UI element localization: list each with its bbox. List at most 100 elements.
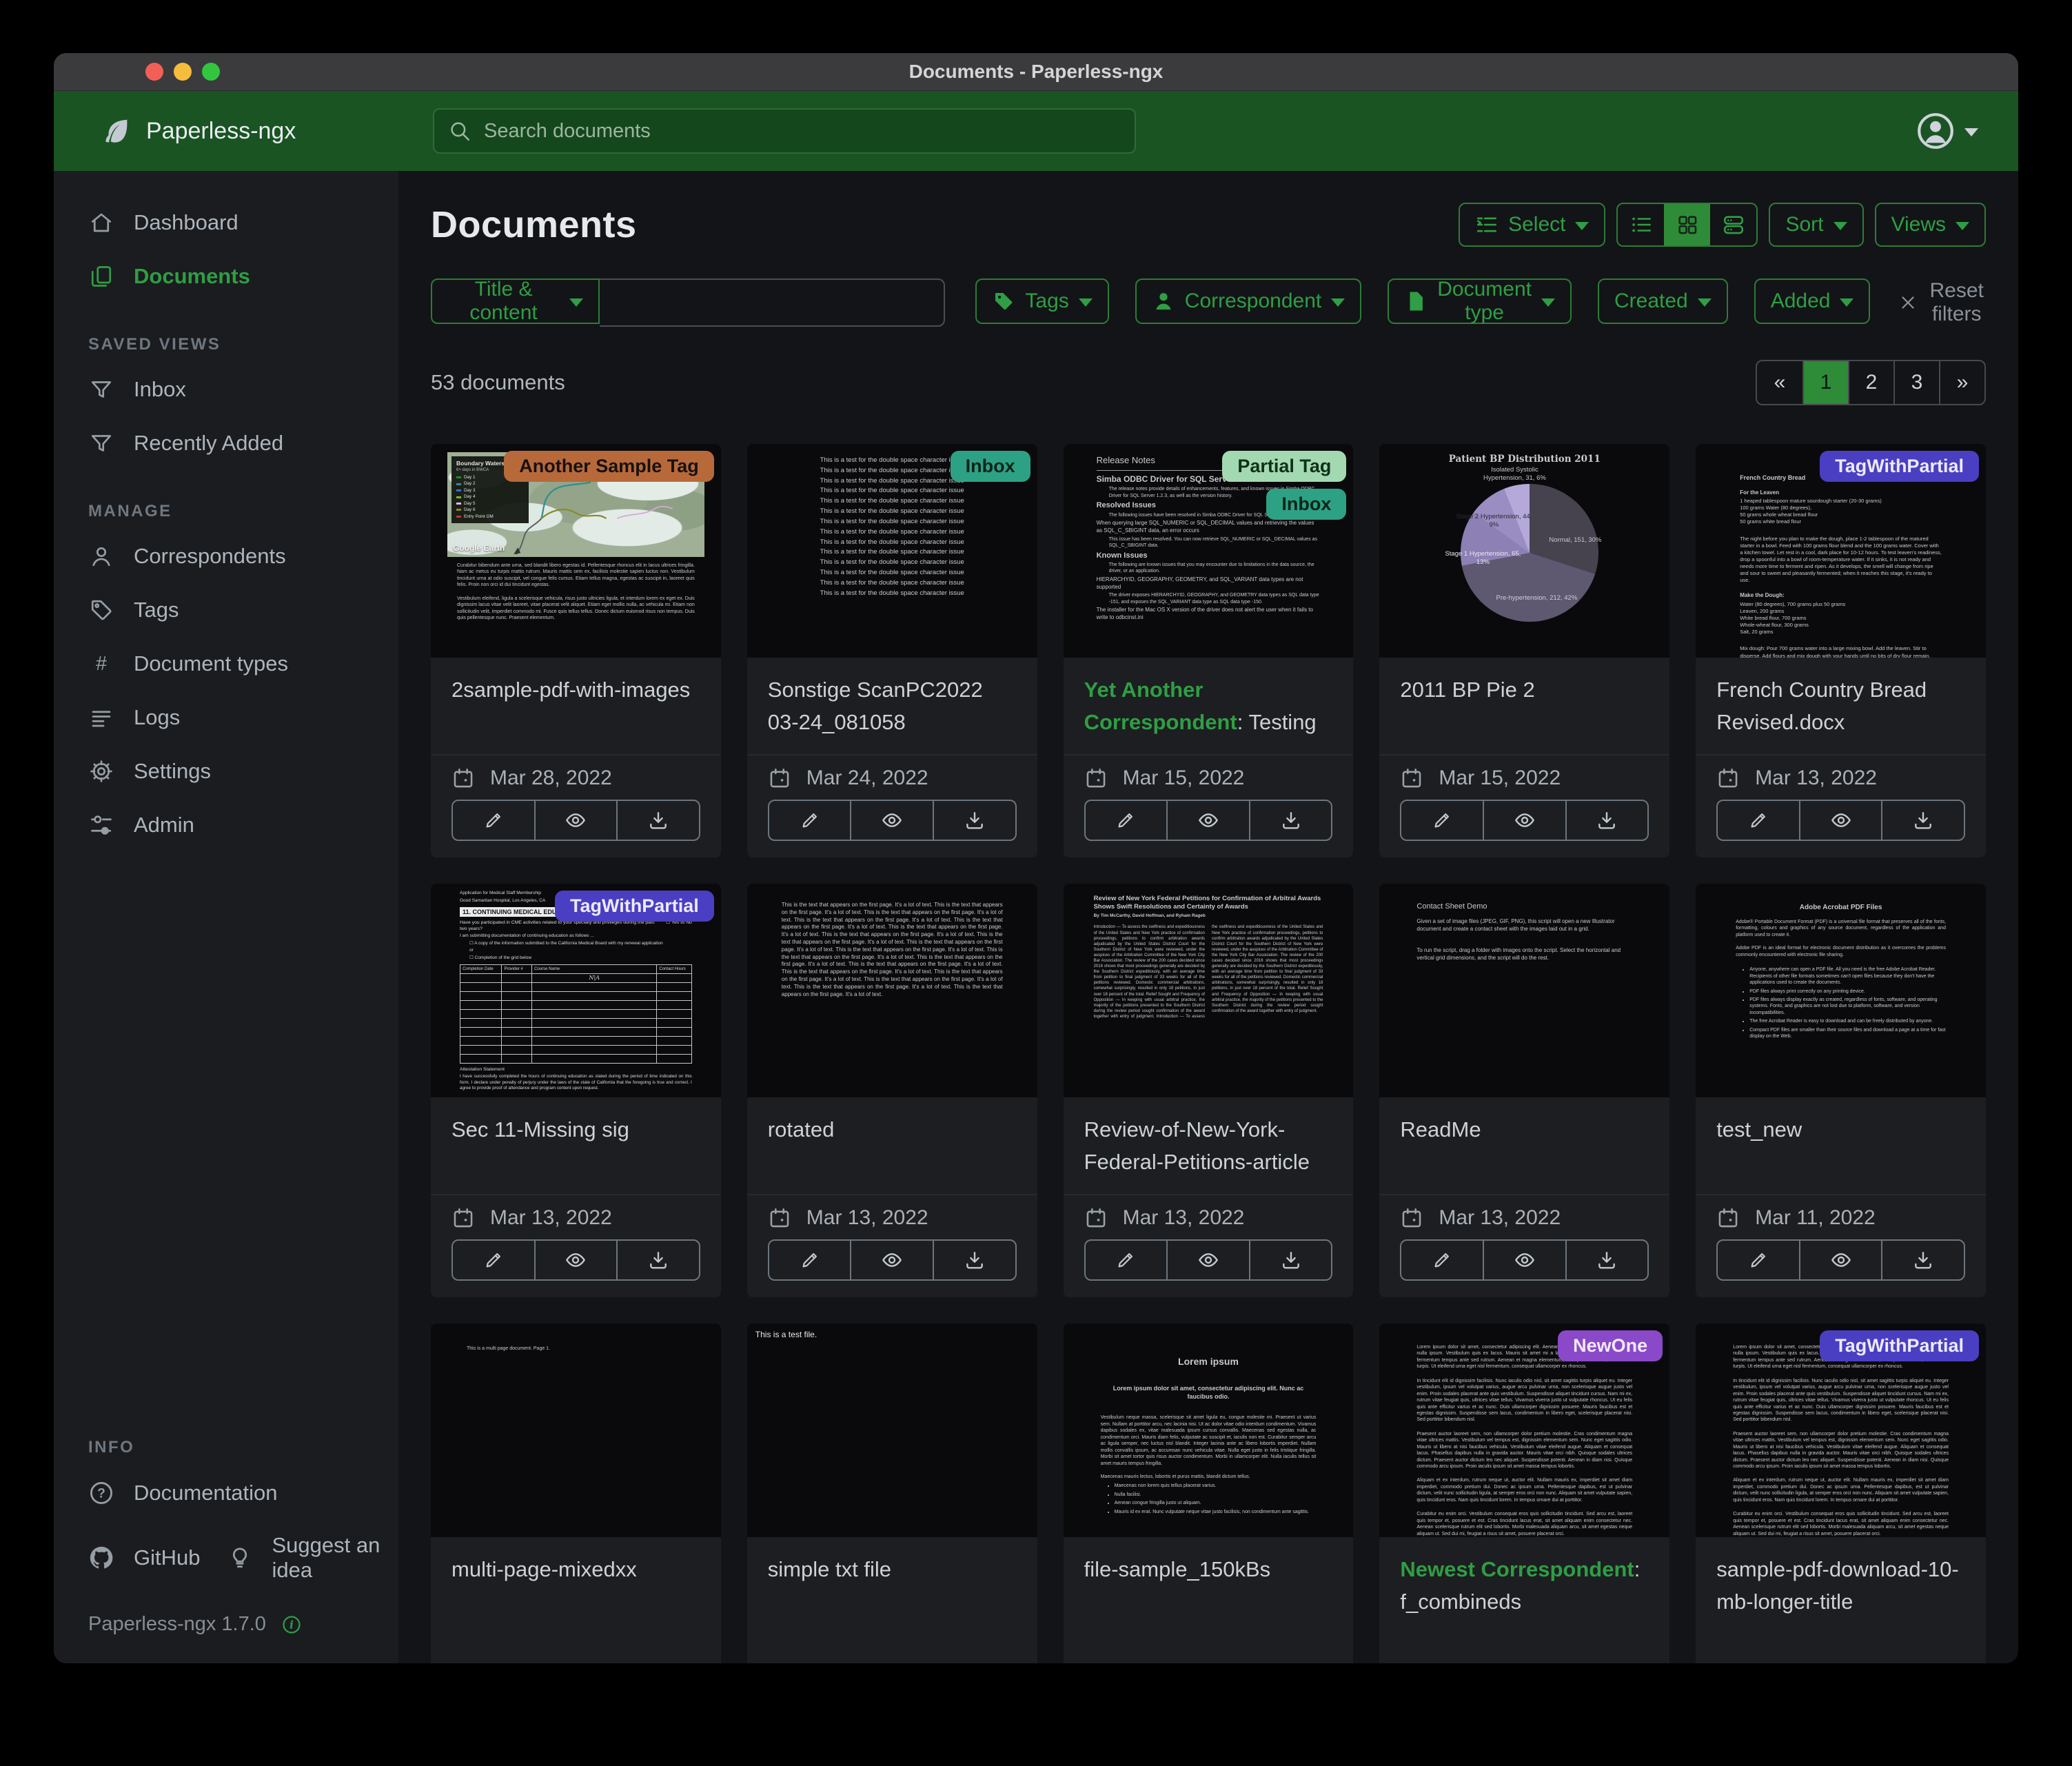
view-document-button[interactable] <box>1166 801 1249 840</box>
close-window-button[interactable] <box>145 63 163 81</box>
sidebar-item-correspondents[interactable]: Correspondents <box>54 529 398 583</box>
sidebar-item-logs[interactable]: Logs <box>54 691 398 744</box>
view-document-button[interactable] <box>1483 801 1565 840</box>
document-title-link[interactable]: file-sample_150kBs <box>1084 1554 1333 1586</box>
document-thumbnail[interactable]: Application for Medical Staff Membership… <box>431 884 721 1097</box>
sidebar-item-document-types[interactable]: #Document types <box>54 637 398 691</box>
document-title-link[interactable]: French Country Bread Revised.docx <box>1716 674 1965 738</box>
view-document-button[interactable] <box>1799 1241 1882 1279</box>
view-grid-button[interactable] <box>1664 204 1710 245</box>
minimize-window-button[interactable] <box>174 63 192 81</box>
tag-badge[interactable]: Partial Tag <box>1222 451 1346 482</box>
view-document-button[interactable] <box>850 801 933 840</box>
tag-badge[interactable]: Inbox <box>951 451 1030 482</box>
view-document-button[interactable] <box>1166 1241 1249 1279</box>
download-document-button[interactable] <box>1881 1241 1964 1279</box>
document-title-link[interactable]: Sonstige ScanPC2022 03-24_081058 <box>768 674 1017 738</box>
views-button[interactable]: Views <box>1875 203 1986 247</box>
sidebar-item-documents[interactable]: Documents <box>54 250 398 303</box>
tag-badge[interactable]: Another Sample Tag <box>504 451 714 482</box>
edit-document-button[interactable] <box>769 801 851 840</box>
download-document-button[interactable] <box>1565 1241 1648 1279</box>
view-document-button[interactable] <box>1483 1241 1565 1279</box>
tag-badge[interactable]: NewOne <box>1558 1330 1663 1361</box>
document-thumbnail[interactable]: Release NotesSimba ODBC Driver for SQL S… <box>1064 444 1354 658</box>
download-document-button[interactable] <box>616 801 699 840</box>
pagination-prev-button[interactable]: « <box>1757 361 1802 404</box>
document-title-link[interactable]: 2sample-pdf-with-images <box>451 674 700 707</box>
document-title-link[interactable]: Newest Correspondent: f_combineds <box>1400 1554 1649 1618</box>
document-title-link[interactable]: Sec 11-Missing sig <box>451 1114 700 1146</box>
created-filter-button[interactable]: Created <box>1598 278 1728 324</box>
download-document-button[interactable] <box>616 1241 699 1279</box>
download-document-button[interactable] <box>1881 801 1964 840</box>
select-button[interactable]: Select <box>1459 203 1605 247</box>
edit-document-button[interactable] <box>1086 801 1167 840</box>
user-menu-button[interactable] <box>1916 112 1978 150</box>
sidebar-item-github[interactable]: GitHub <box>54 1532 207 1584</box>
sidebar-item-inbox[interactable]: Inbox <box>54 363 398 416</box>
view-list-button[interactable] <box>1618 204 1664 245</box>
document-thumbnail[interactable]: Lorem ipsum dolor sit amet, consectetur … <box>1696 1323 1986 1537</box>
view-document-button[interactable] <box>850 1241 933 1279</box>
pagination-page-1[interactable]: 1 <box>1802 361 1848 404</box>
document-title-link[interactable]: test_new <box>1716 1114 1965 1146</box>
edit-document-button[interactable] <box>1401 801 1483 840</box>
document-thumbnail[interactable]: This is a multi page document. Page 1. <box>431 1323 721 1537</box>
document-thumbnail[interactable]: Contact Sheet DemoGiven a set of image f… <box>1379 884 1669 1097</box>
document-title-link[interactable]: simple txt file <box>768 1554 1017 1586</box>
edit-document-button[interactable] <box>1086 1241 1167 1279</box>
sidebar-item-suggest-an-idea[interactable]: Suggest an idea <box>207 1521 398 1595</box>
document-type-filter-button[interactable]: Document type <box>1388 278 1572 324</box>
document-thumbnail[interactable]: This is the text that appears on the fir… <box>747 884 1037 1097</box>
document-title-link[interactable]: rotated <box>768 1114 1017 1146</box>
download-document-button[interactable] <box>1565 801 1648 840</box>
document-title-link[interactable]: multi-page-mixedxx <box>451 1554 700 1586</box>
tag-badge[interactable]: TagWithPartial <box>1820 451 1979 482</box>
sidebar-item-recently-added[interactable]: Recently Added <box>54 416 398 470</box>
tag-badge[interactable]: TagWithPartial <box>555 891 714 922</box>
tag-badge[interactable]: TagWithPartial <box>1820 1330 1979 1361</box>
title-content-filter-input[interactable] <box>600 278 945 327</box>
edit-document-button[interactable] <box>1718 801 1799 840</box>
view-details-button[interactable] <box>1710 204 1756 245</box>
version-info-icon[interactable]: i <box>281 1614 302 1635</box>
document-thumbnail[interactable]: This is a test file. <box>747 1323 1037 1537</box>
document-title-link[interactable]: Review-of-New-York-Federal-Petitions-art… <box>1084 1114 1333 1178</box>
edit-document-button[interactable] <box>1401 1241 1483 1279</box>
pagination-page-2[interactable]: 2 <box>1848 361 1893 404</box>
title-content-filter-button[interactable]: Title & content <box>431 278 600 324</box>
pagination-page-3[interactable]: 3 <box>1893 361 1939 404</box>
edit-document-button[interactable] <box>453 801 534 840</box>
download-document-button[interactable] <box>1249 1241 1332 1279</box>
download-document-button[interactable] <box>933 1241 1015 1279</box>
download-document-button[interactable] <box>1249 801 1332 840</box>
sort-button[interactable]: Sort <box>1769 203 1863 247</box>
document-thumbnail[interactable]: French Country BreadFor the Leaven1 heap… <box>1696 444 1986 658</box>
view-document-button[interactable] <box>1799 801 1882 840</box>
sidebar-item-settings[interactable]: Settings <box>54 744 398 798</box>
edit-document-button[interactable] <box>1718 1241 1799 1279</box>
document-thumbnail[interactable]: Lorem ipsum dolor sit amet, consectetur … <box>1379 1323 1669 1537</box>
document-thumbnail[interactable]: Adobe Acrobat PDF FilesAdobe® Portable D… <box>1696 884 1986 1097</box>
document-title-link[interactable]: 2011 BP Pie 2 <box>1400 674 1649 707</box>
document-thumbnail[interactable]: Review of New York Federal Petitions for… <box>1064 884 1354 1097</box>
tags-filter-button[interactable]: Tags <box>975 278 1108 324</box>
document-title-link[interactable]: ReadMe <box>1400 1114 1649 1146</box>
sidebar-item-admin[interactable]: Admin <box>54 798 398 852</box>
view-document-button[interactable] <box>534 801 617 840</box>
added-filter-button[interactable]: Added <box>1754 278 1871 324</box>
document-thumbnail[interactable]: This is a test for the double space char… <box>747 444 1037 658</box>
tag-badge[interactable]: Inbox <box>1266 489 1346 520</box>
reset-filters-button[interactable]: Reset filters <box>1893 278 1987 327</box>
edit-document-button[interactable] <box>453 1241 534 1279</box>
document-thumbnail[interactable]: Boundary Waters Trip6+ days in BWCADay 1… <box>431 444 721 658</box>
sidebar-item-dashboard[interactable]: Dashboard <box>54 196 398 250</box>
document-title-link[interactable]: Yet Another Correspondent: Testing Email <box>1084 674 1333 742</box>
edit-document-button[interactable] <box>769 1241 851 1279</box>
download-document-button[interactable] <box>933 801 1015 840</box>
search-input[interactable] <box>483 119 1121 143</box>
view-document-button[interactable] <box>534 1241 617 1279</box>
pagination-next-button[interactable]: » <box>1939 361 1984 404</box>
document-thumbnail[interactable]: Lorem ipsumLorem ipsum dolor sit amet, c… <box>1064 1323 1354 1537</box>
